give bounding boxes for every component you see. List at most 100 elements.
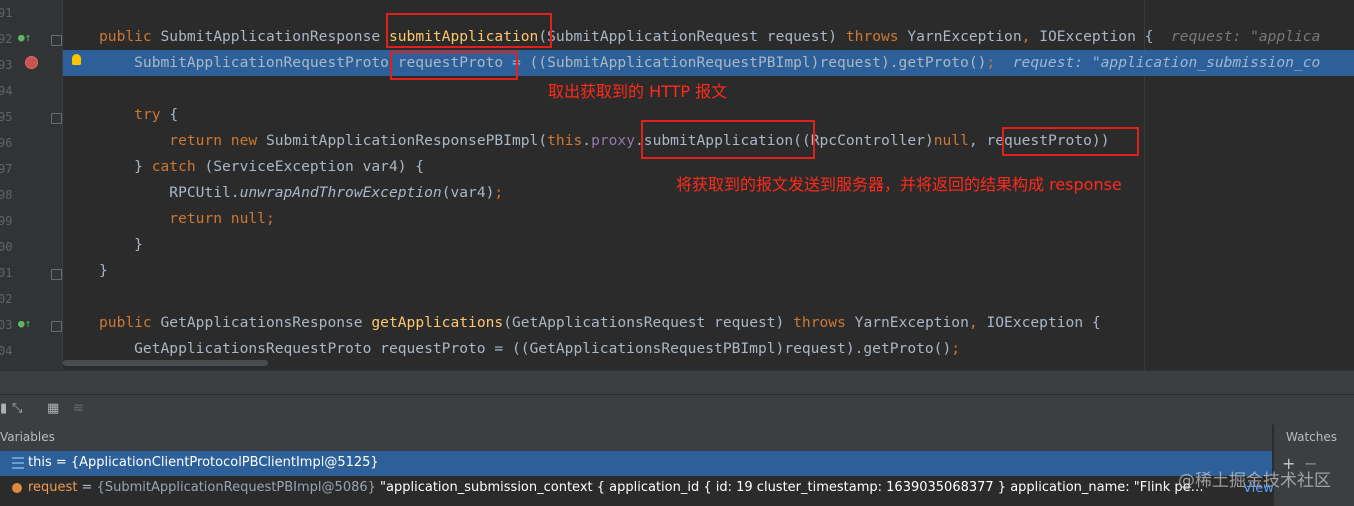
- code-token: throws: [793, 314, 855, 331]
- line-number: 97: [0, 162, 13, 176]
- code-token: this: [547, 132, 583, 149]
- code-token: YarnException: [907, 28, 1022, 45]
- line-number: 00: [0, 240, 13, 254]
- code-token: unwrapAndThrowException: [239, 184, 442, 201]
- code-line[interactable]: public GetApplicationsResponse getApplic…: [63, 310, 1354, 336]
- code-token: {: [169, 106, 179, 123]
- inline-debug-hint: request: "applica: [1171, 28, 1321, 45]
- highlight-box-requestProto: [390, 51, 518, 80]
- code-token: public: [99, 314, 161, 331]
- code-token: catch: [151, 158, 205, 175]
- annotation-send-to-server: 将获取到的报文发送到服务器，并将返回的结果构成 response: [676, 175, 1122, 194]
- horizontal-scrollbar[interactable]: [63, 360, 268, 366]
- code-token: RPCUtil.: [99, 184, 240, 201]
- line-number: 96: [0, 136, 13, 150]
- code-token: YarnException: [854, 314, 969, 331]
- code-token: (var4): [441, 184, 495, 201]
- fold-marker-icon[interactable]: [51, 113, 62, 124]
- line-number: 92: [0, 32, 13, 46]
- fold-marker-icon[interactable]: [51, 35, 62, 46]
- settings-list-icon[interactable]: ≋: [73, 401, 84, 416]
- annotation-http-message: 取出获取到的 HTTP 报文: [548, 82, 728, 101]
- variable-request-eq: =: [77, 480, 97, 495]
- breakpoint-icon[interactable]: [25, 56, 38, 69]
- code-text: }: [99, 236, 143, 254]
- implement-arrow-icon[interactable]: ●↑: [18, 317, 31, 330]
- code-token: SubmitApplicationResponsePBImpl(: [265, 132, 548, 149]
- step-icon[interactable]: ▮: [0, 401, 7, 416]
- code-line[interactable]: }: [63, 258, 1354, 284]
- code-text: SubmitApplicationRequestProto requestPro…: [99, 54, 1320, 72]
- code-line[interactable]: GetApplicationsRequestProto requestProto…: [63, 336, 1354, 362]
- code-token: SubmitApplicationRequestProto requestPro…: [99, 54, 987, 71]
- code-token: ,: [1021, 28, 1040, 45]
- code-token: }: [99, 158, 152, 175]
- variable-row-request[interactable]: request = {SubmitApplicationRequestPBImp…: [0, 476, 1272, 506]
- code-token: IOException {: [986, 314, 1101, 331]
- code-token: (SubmitApplicationRequest request): [538, 28, 846, 45]
- code-token: SubmitApplicationResponse: [160, 28, 389, 45]
- code-text: public GetApplicationsResponse getApplic…: [99, 314, 1101, 332]
- intention-bulb-icon[interactable]: [72, 54, 81, 65]
- line-number: 03: [0, 318, 13, 332]
- variable-request: request = {SubmitApplicationRequestPBImp…: [28, 480, 1204, 495]
- implement-arrow-icon[interactable]: ●↑: [18, 31, 31, 44]
- line-number: 98: [0, 188, 13, 202]
- line-number: 94: [0, 84, 13, 98]
- line-number: 91: [0, 6, 13, 20]
- line-number: 02: [0, 292, 13, 306]
- code-line[interactable]: [63, 284, 1354, 310]
- code-token: (ServiceException var4) {: [204, 158, 425, 175]
- line-number: 95: [0, 110, 13, 124]
- code-token: ,: [968, 314, 987, 331]
- code-token: return null;: [169, 210, 275, 227]
- restore-layout-icon[interactable]: ⤡: [12, 401, 22, 416]
- variables-header: Variables: [0, 424, 1272, 451]
- code-token: throws: [845, 28, 908, 45]
- code-text: GetApplicationsRequestProto requestProto…: [99, 340, 960, 358]
- code-token: try: [134, 106, 170, 123]
- code-token: GetApplicationsResponse: [160, 314, 372, 331]
- code-token: }: [99, 262, 108, 279]
- highlight-box-submitApplication: [386, 13, 552, 48]
- code-token: return new: [169, 132, 266, 149]
- fold-marker-icon[interactable]: [51, 269, 62, 280]
- current-execution-line[interactable]: SubmitApplicationRequestProto requestPro…: [63, 50, 1354, 76]
- variable-this: this = {ApplicationClientProtocolPBClien…: [28, 455, 379, 470]
- variable-request-type: {SubmitApplicationRequestPBImpl@5086}: [96, 480, 376, 495]
- code-line[interactable]: return null;: [63, 206, 1354, 232]
- code-text: } catch (ServiceException var4) {: [99, 158, 424, 176]
- debug-toolbar: ▮ ⤡ ▦ ≋: [0, 394, 1354, 425]
- highlight-box-proxy-call: [641, 120, 815, 159]
- panel-divider[interactable]: [0, 370, 1354, 395]
- code-line[interactable]: [63, 0, 1354, 24]
- code-line[interactable]: public SubmitApplicationResponse submitA…: [63, 24, 1354, 50]
- code-token: GetApplicationsRequestProto requestProto…: [99, 340, 952, 357]
- code-text: try {: [99, 106, 178, 124]
- fold-marker-icon[interactable]: [51, 321, 62, 332]
- code-text: return null;: [99, 210, 275, 228]
- code-token: public: [99, 28, 161, 45]
- variable-request-name: request: [28, 480, 78, 495]
- inline-debug-hint: request: "application_submission_co: [995, 54, 1321, 71]
- code-editor[interactable]: 91 92 93 94 95 96 97 98 99 00 01 02 03 04 public Subm…: [0, 0, 1354, 370]
- code-text: }: [99, 262, 108, 280]
- variable-row-this[interactable]: this = {ApplicationClientProtocolPBClien…: [0, 451, 1272, 476]
- code-token: getApplications: [371, 314, 504, 331]
- code-line[interactable]: }: [63, 232, 1354, 258]
- line-number: 01: [0, 266, 13, 280]
- code-text: RPCUtil.unwrapAndThrowException(var4);: [99, 184, 503, 202]
- parameter-icon: [12, 483, 22, 493]
- code-token: (GetApplicationsRequest request): [503, 314, 794, 331]
- view-link[interactable]: View: [1243, 481, 1274, 496]
- table-view-icon[interactable]: ▦: [47, 401, 59, 416]
- watches-title: Watches: [1286, 430, 1337, 444]
- code-token: proxy: [591, 132, 636, 149]
- watches-panel: Watches + −: [1273, 424, 1354, 506]
- code-text: return new SubmitApplicationResponsePBIm…: [99, 132, 1109, 150]
- code-token: .: [582, 132, 592, 149]
- highlight-box-requestProto-arg: [1002, 127, 1139, 156]
- code-token: }: [99, 236, 143, 253]
